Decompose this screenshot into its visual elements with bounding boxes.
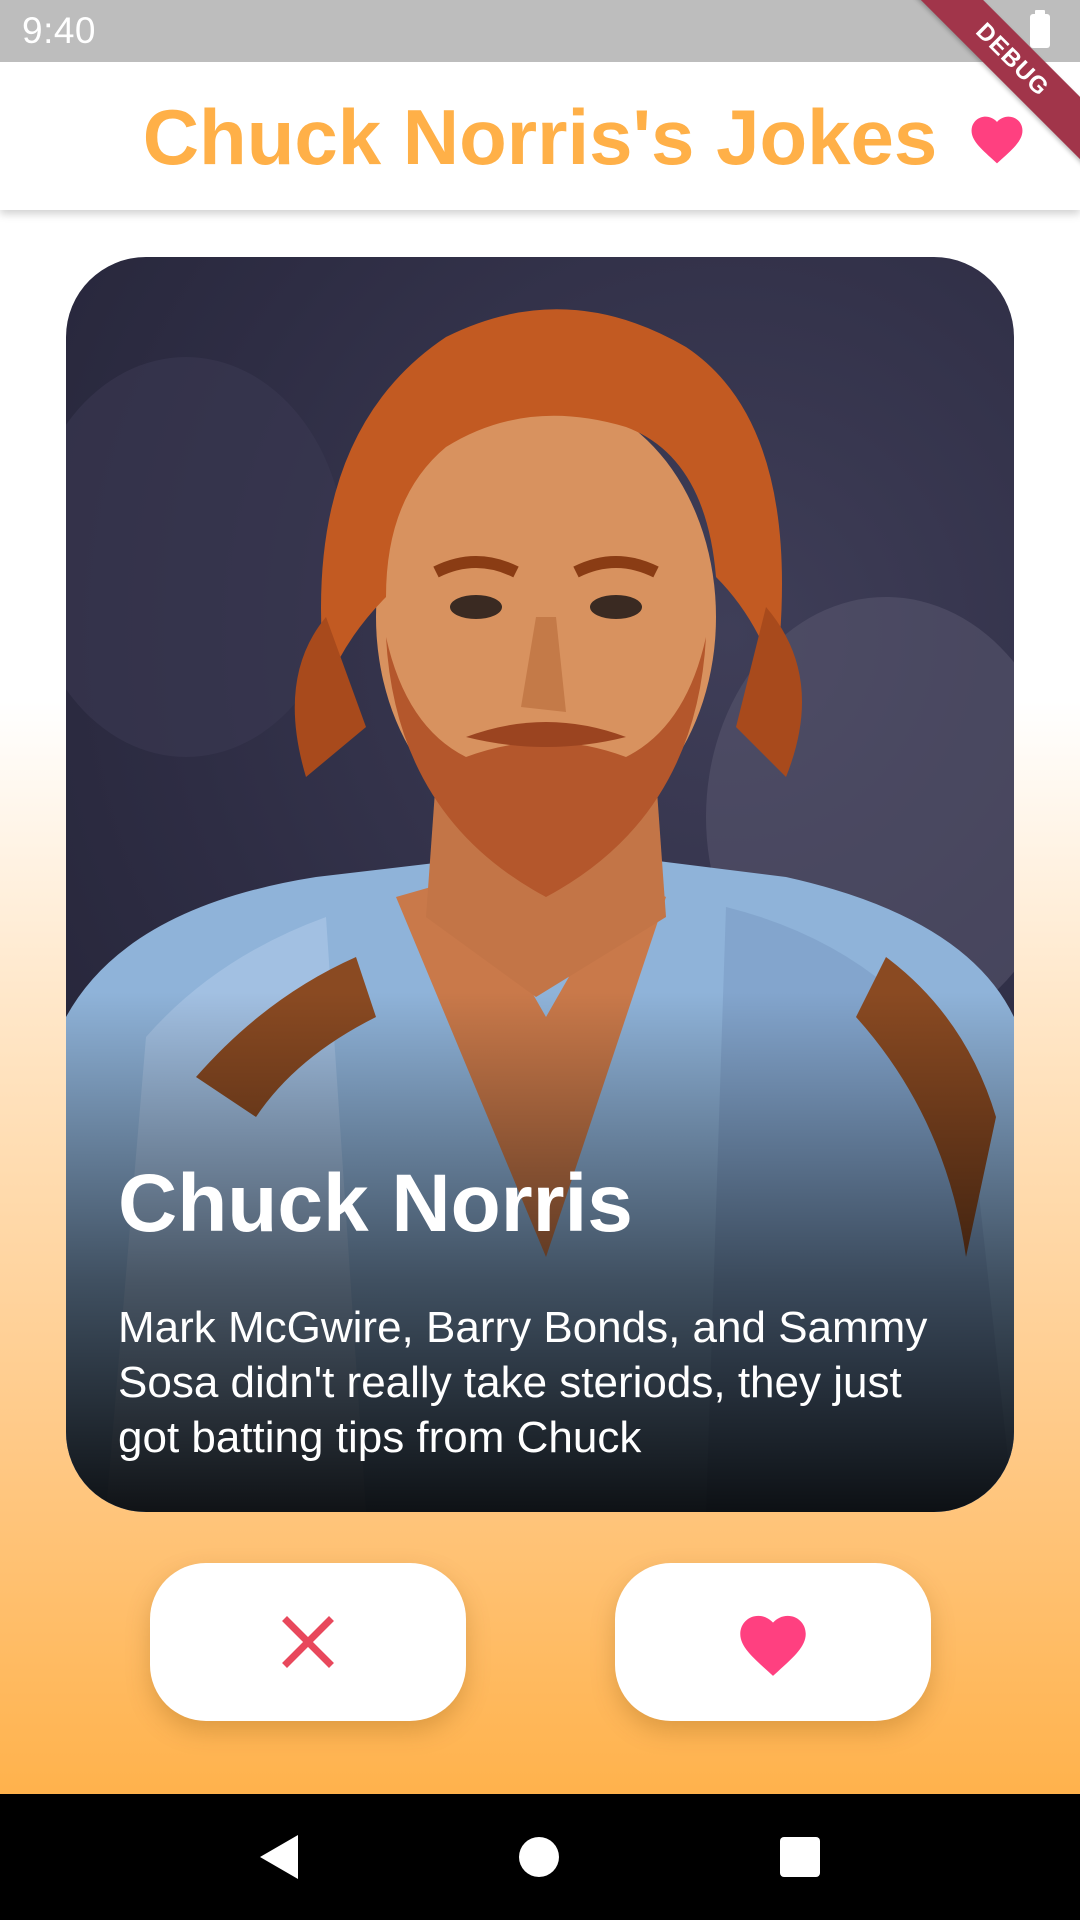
- back-icon[interactable]: [260, 1835, 299, 1879]
- recents-icon[interactable]: [779, 1837, 820, 1877]
- heart-icon: [740, 1615, 806, 1676]
- joke-text: Mark McGwire, Barry Bonds, and Sammy Sos…: [118, 1303, 928, 1462]
- dislike-button[interactable]: [150, 1563, 466, 1721]
- page-title: Chuck Norris's Jokes: [142, 93, 938, 181]
- status-time: 9:40: [22, 10, 97, 51]
- home-icon[interactable]: [518, 1837, 559, 1877]
- card-title: Chuck Norris: [118, 1158, 633, 1249]
- app-bar: Chuck Norris's Jokes: [0, 62, 1080, 210]
- heart-icon: [971, 116, 1023, 164]
- close-icon: [282, 1616, 334, 1668]
- system-nav-bar: [0, 1794, 1080, 1920]
- like-button[interactable]: [615, 1563, 931, 1721]
- joke-card[interactable]: Chuck Norris Mark McGwire, Barry Bonds, …: [66, 257, 1014, 1512]
- battery-icon: [1030, 10, 1050, 48]
- favorites-button[interactable]: [964, 104, 1030, 170]
- app-screen: 9:40 DEBUG Chuck Norris's Jokes Chuck No…: [0, 0, 1080, 1920]
- status-bar: 9:40: [0, 0, 1080, 62]
- main-content: Chuck Norris Mark McGwire, Barry Bonds, …: [0, 210, 1080, 1794]
